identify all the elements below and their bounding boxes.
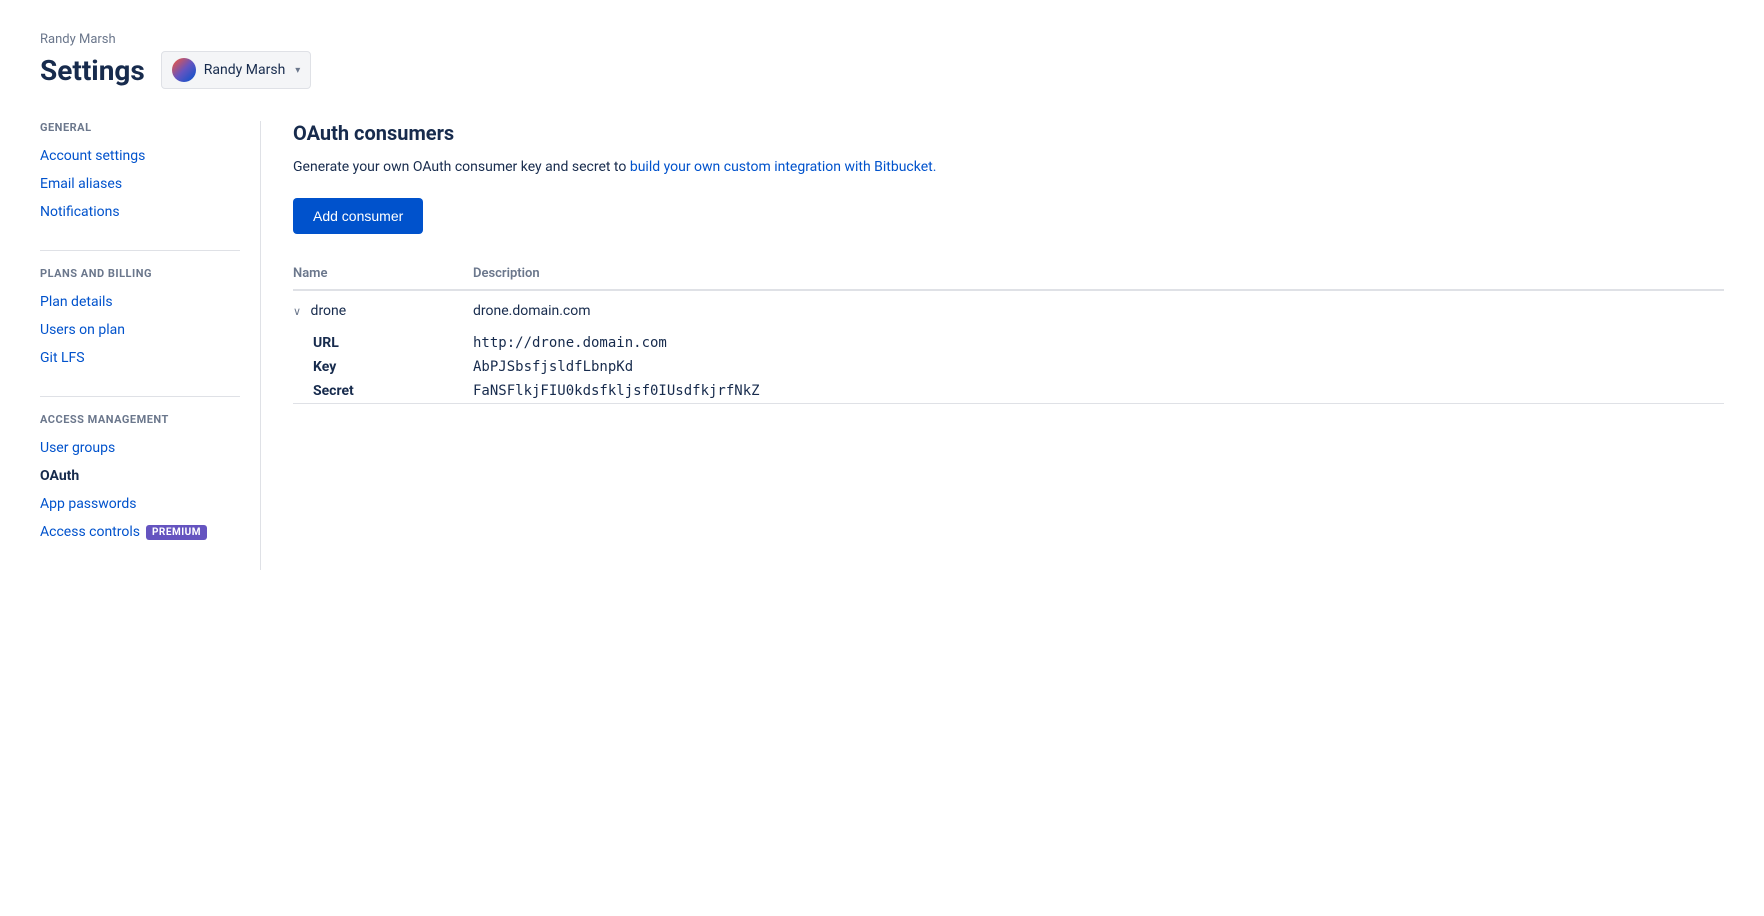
detail-value-url: http://drone.domain.com xyxy=(473,331,1724,355)
sidebar-item-user-groups[interactable]: User groups xyxy=(40,434,240,462)
detail-value-key: AbPJSbsfjsldfLbnpKd xyxy=(473,355,1724,379)
sidebar-item-account-settings[interactable]: Account settings xyxy=(40,142,240,170)
consumer-description-cell: drone.domain.com xyxy=(473,290,1724,331)
chevron-down-icon: ▾ xyxy=(295,65,300,76)
col-header-description: Description xyxy=(473,258,1724,290)
header-username: Randy Marsh xyxy=(40,32,1724,47)
detail-label-secret: Secret xyxy=(293,379,473,404)
expand-chevron-icon[interactable]: ∨ xyxy=(293,305,301,318)
consumer-name-cell: ∨ drone xyxy=(293,290,473,331)
detail-value-secret: FaNSFlkjFIU0kdsfkljsf0IUsdfkjrfNkZ xyxy=(473,379,1724,404)
sidebar-item-users-on-plan[interactable]: Users on plan xyxy=(40,316,240,344)
sidebar-section-title-general: GENERAL xyxy=(40,121,240,134)
add-consumer-button[interactable]: Add consumer xyxy=(293,198,423,234)
detail-label-key: Key xyxy=(293,355,473,379)
sidebar-item-notifications[interactable]: Notifications xyxy=(40,198,240,226)
sidebar-section-plans: PLANS AND BILLING Plan details Users on … xyxy=(40,267,240,372)
sidebar: GENERAL Account settings Email aliases N… xyxy=(40,121,260,570)
detail-label-url: URL xyxy=(293,331,473,355)
sidebar-section-title-plans: PLANS AND BILLING xyxy=(40,267,240,280)
sidebar-section-general: GENERAL Account settings Email aliases N… xyxy=(40,121,240,226)
consumer-name: drone xyxy=(311,303,347,319)
detail-row-key: Key AbPJSbsfjsldfLbnpKd xyxy=(293,355,1724,379)
content-area: OAuth consumers Generate your own OAuth … xyxy=(260,121,1724,570)
sidebar-item-email-aliases[interactable]: Email aliases xyxy=(40,170,240,198)
col-header-name: Name xyxy=(293,258,473,290)
sidebar-item-oauth[interactable]: OAuth xyxy=(40,462,240,490)
sidebar-item-access-controls[interactable]: Access controls xyxy=(40,524,140,540)
premium-badge: PREMIUM xyxy=(146,525,207,540)
sidebar-divider-2 xyxy=(40,396,240,397)
sidebar-divider-1 xyxy=(40,250,240,251)
sidebar-section-title-access: ACCESS MANAGEMENT xyxy=(40,413,240,426)
sidebar-item-plan-details[interactable]: Plan details xyxy=(40,288,240,316)
bitbucket-integration-link[interactable]: build your own custom integration with B… xyxy=(630,159,937,175)
user-selector-label: Randy Marsh xyxy=(204,62,285,78)
sidebar-item-app-passwords[interactable]: App passwords xyxy=(40,490,240,518)
user-selector-dropdown[interactable]: Randy Marsh ▾ xyxy=(161,51,312,89)
sidebar-section-access: ACCESS MANAGEMENT User groups OAuth App … xyxy=(40,413,240,546)
detail-row-url: URL http://drone.domain.com xyxy=(293,331,1724,355)
content-description: Generate your own OAuth consumer key and… xyxy=(293,157,1724,178)
content-title: OAuth consumers xyxy=(293,121,1724,145)
user-avatar xyxy=(172,58,196,82)
consumers-table: Name Description ∨ drone drone.domain.co… xyxy=(293,258,1724,404)
page-title: Settings xyxy=(40,54,145,87)
table-row: ∨ drone drone.domain.com xyxy=(293,290,1724,331)
sidebar-item-git-lfs[interactable]: Git LFS xyxy=(40,344,240,372)
detail-row-secret: Secret FaNSFlkjFIU0kdsfkljsf0IUsdfkjrfNk… xyxy=(293,379,1724,404)
